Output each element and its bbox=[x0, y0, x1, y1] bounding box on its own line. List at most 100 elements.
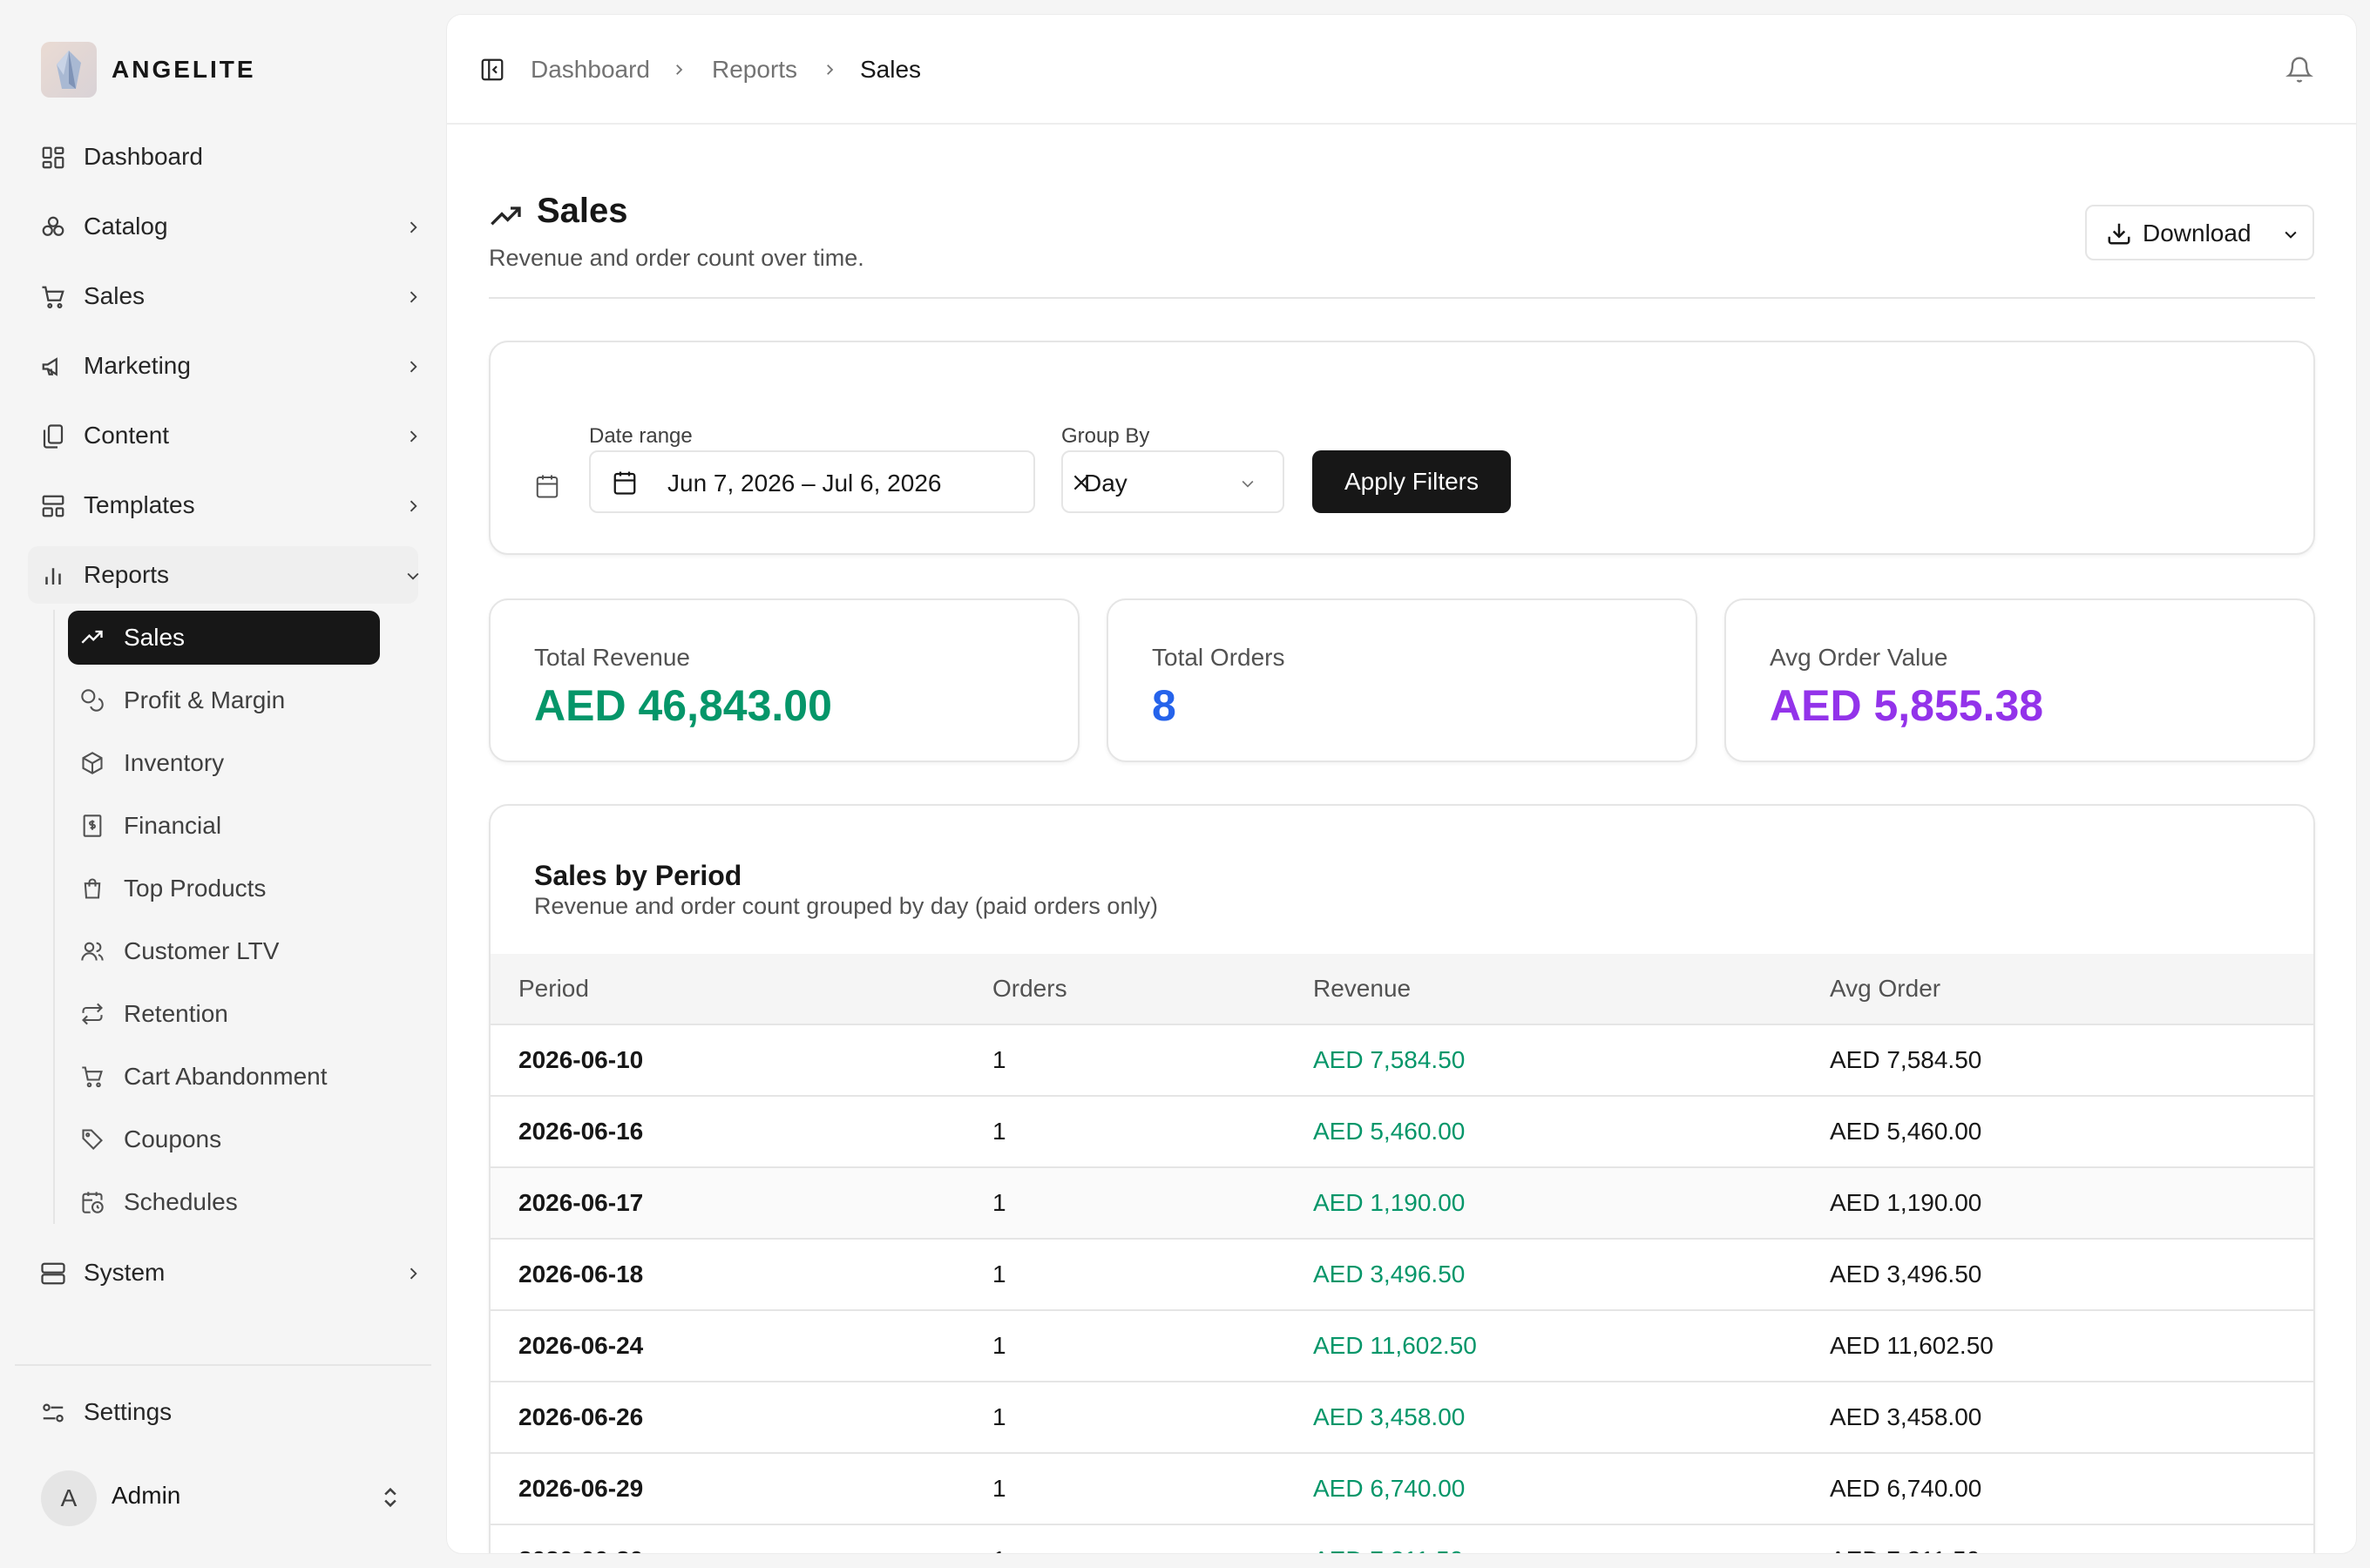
chevrons-up-down-icon[interactable] bbox=[378, 1485, 403, 1510]
panel-left-icon[interactable] bbox=[479, 57, 505, 83]
breadcrumb-reports[interactable]: Reports bbox=[712, 56, 797, 84]
sub-item-label: Schedules bbox=[124, 1188, 238, 1215]
cell-period: 2026-06-16 bbox=[518, 1118, 644, 1145]
sub-item-top-products[interactable]: Top Products bbox=[68, 862, 380, 916]
files-icon bbox=[43, 424, 64, 449]
group-by-select[interactable]: Day bbox=[1061, 450, 1284, 513]
chevron-down-icon bbox=[407, 572, 419, 580]
sub-item-label: Profit & Margin bbox=[124, 686, 286, 713]
table-header: Period Orders Revenue Avg Order bbox=[491, 954, 2313, 1025]
nav-item-label: Dashboard bbox=[84, 143, 203, 170]
sub-item-schedules[interactable]: Schedules bbox=[68, 1175, 380, 1229]
cell-orders: 1 bbox=[992, 1546, 1006, 1553]
cell-period: 2026-06-17 bbox=[518, 1189, 644, 1216]
breadcrumb-dashboard[interactable]: Dashboard bbox=[531, 56, 650, 84]
sliders-icon bbox=[43, 1403, 64, 1423]
table-row[interactable]: 2026-06-29 1 AED 6,740.00 AED 6,740.00 bbox=[491, 1454, 2313, 1525]
chevron-right-icon bbox=[410, 291, 417, 303]
chevron-right-icon bbox=[410, 1267, 417, 1280]
main-panel: Dashboard Reports Sales Sales Revenue an… bbox=[446, 14, 2357, 1554]
server-icon bbox=[41, 1262, 65, 1285]
nav-item-templates[interactable]: Templates bbox=[28, 476, 418, 534]
calendar-clock-icon bbox=[82, 1192, 104, 1213]
coins-icon bbox=[81, 689, 104, 712]
sub-item-inventory[interactable]: Inventory bbox=[68, 736, 380, 790]
cell-revenue: AED 7,584.50 bbox=[1313, 1046, 1466, 1073]
sub-item-label: Customer LTV bbox=[124, 937, 280, 964]
table-row[interactable]: 2026-06-16 1 AED 5,460.00 AED 5,460.00 bbox=[491, 1097, 2313, 1168]
topbar: Dashboard Reports Sales bbox=[447, 15, 2356, 125]
nav-item-settings[interactable]: Settings bbox=[28, 1383, 418, 1441]
bell-icon[interactable] bbox=[2285, 56, 2313, 84]
breadcrumb-sales: Sales bbox=[860, 56, 922, 83]
nav-item-marketing[interactable]: Marketing bbox=[28, 337, 418, 395]
cell-revenue: AED 5,460.00 bbox=[1313, 1118, 1466, 1145]
repeat-icon bbox=[82, 1003, 103, 1025]
column-header-period[interactable]: Period bbox=[518, 975, 589, 1003]
cell-orders: 1 bbox=[992, 1118, 1006, 1145]
trending-up-icon bbox=[81, 630, 103, 644]
nav-item-sales[interactable]: Sales bbox=[28, 267, 418, 325]
cell-revenue: AED 6,740.00 bbox=[1313, 1475, 1466, 1502]
table-row[interactable]: 2026-06-30 1 AED 7,311.50 AED 7,311.50 bbox=[491, 1525, 2313, 1553]
sub-item-cart-abandonment[interactable]: Cart Abandonment bbox=[68, 1050, 380, 1104]
column-header-orders[interactable]: Orders bbox=[992, 975, 1067, 1003]
calendar-icon bbox=[613, 471, 636, 495]
table-row[interactable]: 2026-06-26 1 AED 3,458.00 AED 3,458.00 bbox=[491, 1382, 2313, 1454]
nav-item-label: Settings bbox=[84, 1398, 173, 1425]
sub-item-label: Coupons bbox=[124, 1125, 222, 1152]
crystal-icon bbox=[57, 51, 81, 89]
sidebar: ANGELITE Dashboard Catalog Sales Marketi… bbox=[0, 0, 436, 1568]
table-row[interactable]: 2026-06-10 1 AED 7,584.50 AED 7,584.50 bbox=[491, 1025, 2313, 1097]
sub-item-financial[interactable]: Financial bbox=[68, 799, 380, 853]
cell-avg-order: AED 1,190.00 bbox=[1830, 1189, 1982, 1216]
brand[interactable]: ANGELITE bbox=[41, 42, 256, 98]
sub-item-label: Retention bbox=[124, 1000, 228, 1027]
cell-revenue: AED 3,458.00 bbox=[1313, 1403, 1466, 1430]
download-icon bbox=[2108, 223, 2130, 245]
table-row[interactable]: 2026-06-24 1 AED 11,602.50 AED 11,602.50 bbox=[491, 1311, 2313, 1382]
download-button[interactable]: Download bbox=[2085, 205, 2314, 260]
nav-item-reports[interactable]: Reports bbox=[28, 546, 419, 604]
nav-item-content[interactable]: Content bbox=[28, 407, 418, 464]
table-title: Sales by Period bbox=[534, 860, 742, 891]
shopping-cart-icon bbox=[82, 1066, 103, 1088]
sub-item-label: Top Products bbox=[124, 875, 267, 902]
column-header-revenue[interactable]: Revenue bbox=[1313, 975, 1411, 1003]
shopping-bag-icon bbox=[84, 878, 101, 899]
page-subtitle: Revenue and order count over time. bbox=[489, 245, 864, 271]
sub-item-retention[interactable]: Retention bbox=[68, 987, 380, 1041]
nav-item-label: Content bbox=[84, 422, 170, 449]
cell-avg-order: AED 3,496.50 bbox=[1830, 1260, 1982, 1288]
stat-card-avg-order-value: Avg Order Value AED 5,855.38 bbox=[1724, 598, 2315, 762]
tag-icon bbox=[82, 1129, 103, 1150]
avatar[interactable]: A bbox=[41, 1470, 97, 1526]
layout-template-icon bbox=[42, 495, 64, 517]
apply-filters-button[interactable]: Apply Filters bbox=[1312, 450, 1511, 513]
calendar-days-icon bbox=[536, 475, 559, 498]
nav-item-dashboard[interactable]: Dashboard bbox=[28, 128, 418, 186]
nav-item-system[interactable]: System bbox=[28, 1244, 418, 1301]
sub-item-customer-ltv[interactable]: Customer LTV bbox=[68, 924, 380, 978]
sales-table-card: Sales by Period Revenue and order count … bbox=[489, 804, 2315, 1553]
chevron-right-icon bbox=[410, 221, 417, 233]
sidebar-divider bbox=[15, 1364, 431, 1366]
table-row[interactable]: 2026-06-17 1 AED 1,190.00 AED 1,190.00 bbox=[491, 1168, 2313, 1240]
nav-item-catalog[interactable]: Catalog bbox=[28, 198, 418, 255]
column-header-avg-order[interactable]: Avg Order bbox=[1830, 975, 1940, 1003]
brand-logo bbox=[41, 42, 97, 98]
table-row[interactable]: 2026-06-18 1 AED 3,496.50 AED 3,496.50 bbox=[491, 1240, 2313, 1311]
brand-name: ANGELITE bbox=[112, 56, 256, 83]
sub-item-profit-margin[interactable]: Profit & Margin bbox=[68, 673, 380, 727]
trending-up-icon bbox=[491, 206, 521, 226]
sub-item-label: Sales bbox=[124, 624, 186, 651]
date-range-value: Jun 7, 2026 – Jul 6, 2026 bbox=[667, 470, 942, 497]
user-name[interactable]: Admin bbox=[112, 1482, 180, 1510]
cell-period: 2026-06-24 bbox=[518, 1332, 644, 1359]
nav-item-label: Reports bbox=[84, 561, 170, 588]
date-range-picker[interactable]: Jun 7, 2026 – Jul 6, 2026 bbox=[589, 450, 1035, 513]
cell-avg-order: AED 3,458.00 bbox=[1830, 1403, 1982, 1430]
sub-item-sales[interactable]: Sales bbox=[68, 611, 380, 665]
nav-item-label: Sales bbox=[84, 282, 146, 309]
sub-item-coupons[interactable]: Coupons bbox=[68, 1112, 380, 1166]
